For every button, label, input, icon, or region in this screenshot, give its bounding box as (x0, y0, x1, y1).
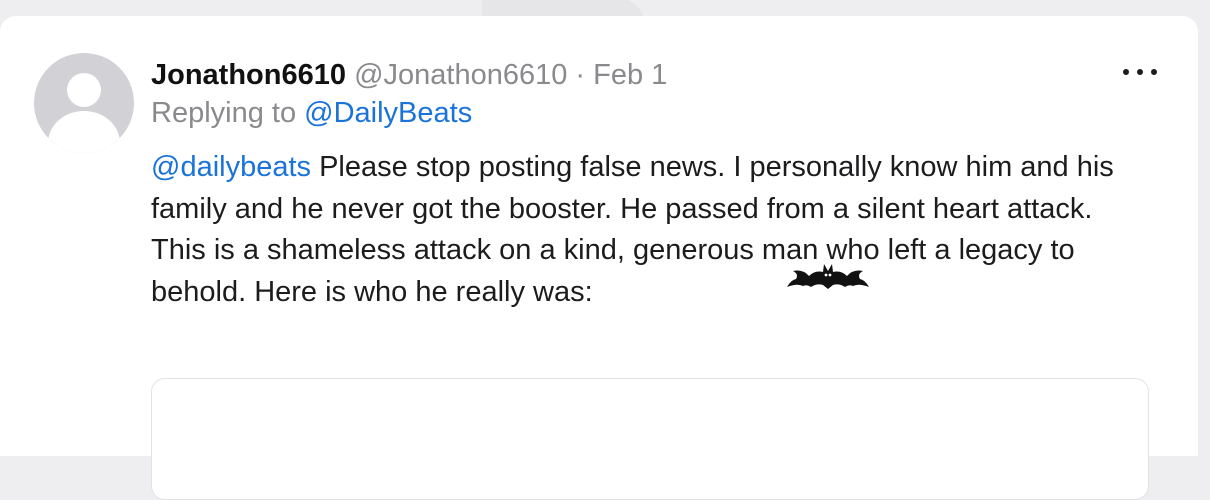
post-body: @dailybeats Please stop posting false ne… (151, 147, 1151, 313)
post-header: Jonathon6610 @Jonathon6610 · Feb 1 (151, 58, 667, 92)
bat-sticker (787, 264, 869, 289)
post-card: Jonathon6610 @Jonathon6610 · Feb 1 Reply… (0, 16, 1198, 500)
replying-to-link[interactable]: @DailyBeats (304, 97, 472, 129)
header-separator: · (575, 59, 586, 91)
user-handle[interactable]: @Jonathon6610 (354, 59, 567, 91)
replying-to-line: Replying to @DailyBeats (151, 96, 472, 130)
display-name[interactable]: Jonathon6610 (151, 59, 346, 91)
post-date[interactable]: Feb 1 (593, 59, 667, 91)
more-options-button[interactable] (1118, 60, 1162, 84)
replying-prefix: Replying to (151, 97, 297, 129)
more-options-icon (1123, 69, 1157, 75)
default-avatar-icon (48, 73, 120, 153)
avatar[interactable] (34, 53, 134, 153)
mention-link[interactable]: @dailybeats (151, 151, 311, 183)
embedded-card[interactable] (151, 378, 1149, 500)
